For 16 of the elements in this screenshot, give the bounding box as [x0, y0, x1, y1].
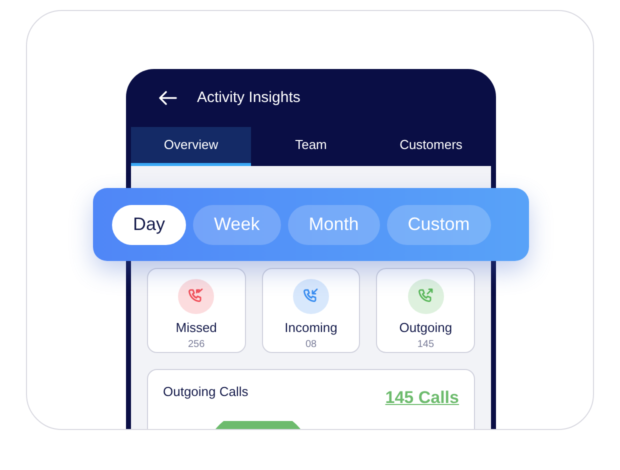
chart-title: Outgoing Calls — [163, 383, 248, 401]
stat-count: 08 — [305, 338, 317, 352]
back-arrow-icon[interactable] — [159, 91, 177, 105]
stat-card[interactable]: Missed 256 — [147, 268, 246, 353]
tab[interactable]: Overview — [131, 127, 251, 166]
stat-label: Missed — [176, 318, 217, 336]
period-filter-pill[interactable]: Day — [112, 204, 186, 244]
stat-card[interactable]: Outgoing 145 — [376, 268, 476, 353]
screen-title: Activity Insights — [197, 88, 300, 108]
tab[interactable]: Customers — [371, 127, 491, 166]
stat-label: Incoming — [284, 318, 338, 337]
tab[interactable]: Team — [251, 127, 371, 166]
stat-card[interactable]: Incoming 08 — [262, 268, 360, 353]
stat-label: Outgoing — [399, 318, 452, 337]
stat-count: 145 — [417, 338, 434, 352]
stat-count: 256 — [188, 338, 205, 352]
